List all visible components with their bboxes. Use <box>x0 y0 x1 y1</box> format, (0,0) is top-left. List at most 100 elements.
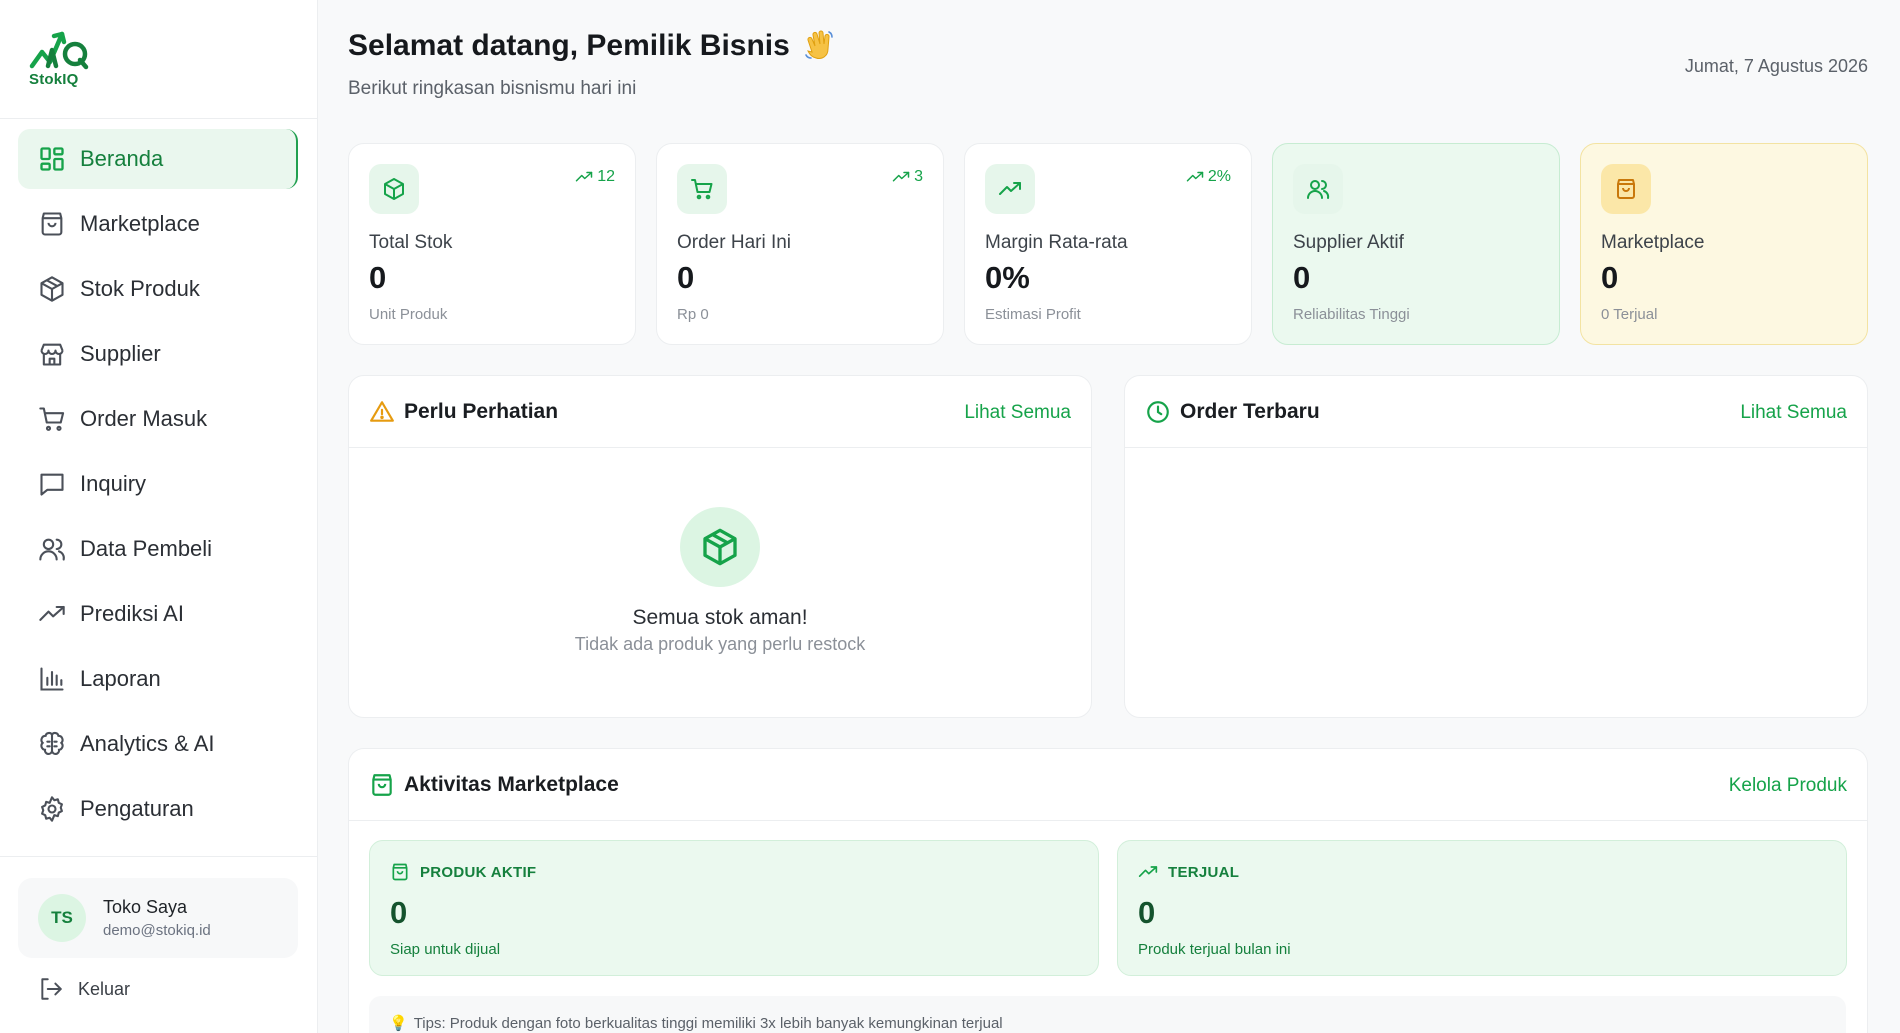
warning-icon <box>370 401 394 422</box>
user-card[interactable]: TS Toko Saya demo@stokiq.id <box>18 878 298 958</box>
stat-icon-box <box>369 164 419 214</box>
stat-desc: Rp 0 <box>677 306 709 323</box>
stat-value: 0% <box>985 260 1030 295</box>
sidebar-item-pengaturan[interactable]: Pengaturan <box>18 779 298 839</box>
cart-icon <box>691 179 713 200</box>
stat-trend: 3 <box>892 168 923 186</box>
view-all-link[interactable]: Lihat Semua <box>964 402 1071 424</box>
sidebar-item-prediksi-ai[interactable]: Prediksi AI <box>18 584 298 644</box>
waving-hand-icon <box>805 30 833 59</box>
stat-value: 0 <box>1293 260 1311 295</box>
stat-icon-box <box>1293 164 1343 214</box>
page-subtitle: Berikut ringkasan bisnismu hari ini <box>348 78 637 99</box>
view-all-link[interactable]: Lihat Semua <box>1740 402 1847 424</box>
store-icon <box>40 343 64 366</box>
sidebar-item-label: Data Pembeli <box>80 536 213 561</box>
active-products-label: PRODUK AKTIF <box>420 863 537 881</box>
sidebar-item-label: Inquiry <box>80 471 147 496</box>
stat-card-supplier-aktif[interactable]: Supplier Aktif 0 Reliabilitas Tinggi <box>1272 143 1560 345</box>
shopping-bag-icon <box>372 774 392 796</box>
stat-card-margin[interactable]: 2% Margin Rata-rata 0% Estimasi Profit <box>964 143 1252 345</box>
sold-desc: Produk terjual bulan ini <box>1138 941 1291 958</box>
sidebar-item-inquiry[interactable]: Inquiry <box>18 454 298 514</box>
recent-orders-panel: Order Terbaru Lihat Semua <box>1124 375 1868 718</box>
stat-trend-value: 3 <box>914 168 923 185</box>
sold-label: TERJUAL <box>1168 863 1240 881</box>
stat-card-order-hari-ini[interactable]: 3 Order Hari Ini 0 Rp 0 <box>656 143 944 345</box>
avatar: TS <box>38 894 86 942</box>
stat-title: Margin Rata-rata <box>985 232 1128 253</box>
users-icon <box>1307 180 1330 199</box>
sidebar-item-label: Order Masuk <box>80 406 208 431</box>
box-icon <box>40 276 64 302</box>
sidebar: StokIQ Beranda Marketplace Stok Produk S… <box>0 0 318 1033</box>
empty-state-icon-box <box>680 507 760 587</box>
stat-trend: 2% <box>1186 168 1231 186</box>
sidebar-nav: Beranda Marketplace Stok Produk Supplier… <box>18 129 298 844</box>
trend-icon <box>39 605 65 621</box>
logout-button[interactable]: Keluar <box>38 976 130 1002</box>
lightbulb-icon: 💡 <box>389 1015 408 1032</box>
panel-header: Order Terbaru Lihat Semua <box>1125 376 1867 448</box>
sidebar-divider <box>0 118 318 119</box>
brain-icon <box>40 732 64 755</box>
active-products-label-row: PRODUK AKTIF <box>390 862 536 882</box>
sidebar-item-marketplace[interactable]: Marketplace <box>18 194 298 254</box>
sidebar-item-label: Beranda <box>80 146 164 171</box>
sold-value: 0 <box>1138 895 1156 930</box>
clock-icon <box>1147 401 1169 423</box>
sidebar-item-label: Laporan <box>80 666 161 691</box>
stat-desc: 0 Terjual <box>1601 306 1658 323</box>
sidebar-item-analytics-ai[interactable]: Analytics & AI <box>18 714 298 774</box>
stat-value: 0 <box>677 260 695 295</box>
sidebar-item-supplier[interactable]: Supplier <box>18 324 298 384</box>
sidebar-item-data-pembeli[interactable]: Data Pembeli <box>18 519 298 579</box>
message-icon <box>40 473 64 496</box>
stat-desc: Unit Produk <box>369 306 448 323</box>
panel-title: Order Terbaru <box>1180 400 1320 423</box>
empty-state-desc: Tidak ada produk yang perlu restock <box>574 634 866 654</box>
empty-state-title: Semua stok aman! <box>632 606 808 629</box>
trend-up-icon <box>1138 866 1158 877</box>
sidebar-item-order-masuk[interactable]: Order Masuk <box>18 389 298 449</box>
stat-title: Total Stok <box>369 232 453 253</box>
stat-icon-box <box>677 164 727 214</box>
sidebar-item-laporan[interactable]: Laporan <box>18 649 298 709</box>
stat-value: 0 <box>369 260 387 295</box>
stat-icon-box <box>1601 164 1651 214</box>
sidebar-item-stok-produk[interactable]: Stok Produk <box>18 259 298 319</box>
users-icon <box>39 538 65 561</box>
sidebar-item-beranda[interactable]: Beranda <box>18 129 298 189</box>
sidebar-divider <box>0 856 318 857</box>
active-products-value: 0 <box>390 895 408 930</box>
stat-card-marketplace[interactable]: Marketplace 0 0 Terjual <box>1580 143 1868 345</box>
cart-icon <box>39 407 65 431</box>
panel-title: Aktivitas Marketplace <box>404 773 619 796</box>
stat-desc: Reliabilitas Tinggi <box>1293 306 1410 323</box>
sidebar-item-label: Marketplace <box>80 211 200 236</box>
sold-products-box: TERJUAL 0 Produk terjual bulan ini <box>1117 840 1847 976</box>
attention-panel: Perlu Perhatian Lihat Semua Semua stok a… <box>348 375 1092 718</box>
active-products-box: PRODUK AKTIF 0 Siap untuk dijual <box>369 840 1099 976</box>
tip-text: Tips: Produk dengan foto berkualitas tin… <box>413 1015 1003 1032</box>
stat-trend-value: 2% <box>1207 168 1231 185</box>
current-date: Jumat, 7 Agustus 2026 <box>1684 56 1868 76</box>
trend-icon <box>999 182 1021 195</box>
sidebar-item-label: Prediksi AI <box>80 601 184 626</box>
shopping-bag-icon <box>41 212 63 236</box>
stat-icon-box <box>985 164 1035 214</box>
gear-icon <box>41 796 63 822</box>
sidebar-item-label: Supplier <box>80 341 161 366</box>
user-email: demo@stokiq.id <box>103 922 211 939</box>
panel-header: Aktivitas Marketplace Kelola Produk <box>349 749 1867 821</box>
stat-trend-value: 12 <box>597 168 615 185</box>
stat-desc: Estimasi Profit <box>985 306 1081 323</box>
stat-title: Supplier Aktif <box>1293 232 1404 253</box>
sidebar-item-label: Stok Produk <box>80 276 200 301</box>
trend-up-icon <box>575 171 593 182</box>
active-products-desc: Siap untuk dijual <box>390 941 501 958</box>
box-icon <box>384 178 404 200</box>
stat-card-total-stok[interactable]: 12 Total Stok 0 Unit Produk <box>348 143 636 345</box>
manage-products-link[interactable]: Kelola Produk <box>1729 775 1847 797</box>
logout-icon <box>41 978 62 1000</box>
